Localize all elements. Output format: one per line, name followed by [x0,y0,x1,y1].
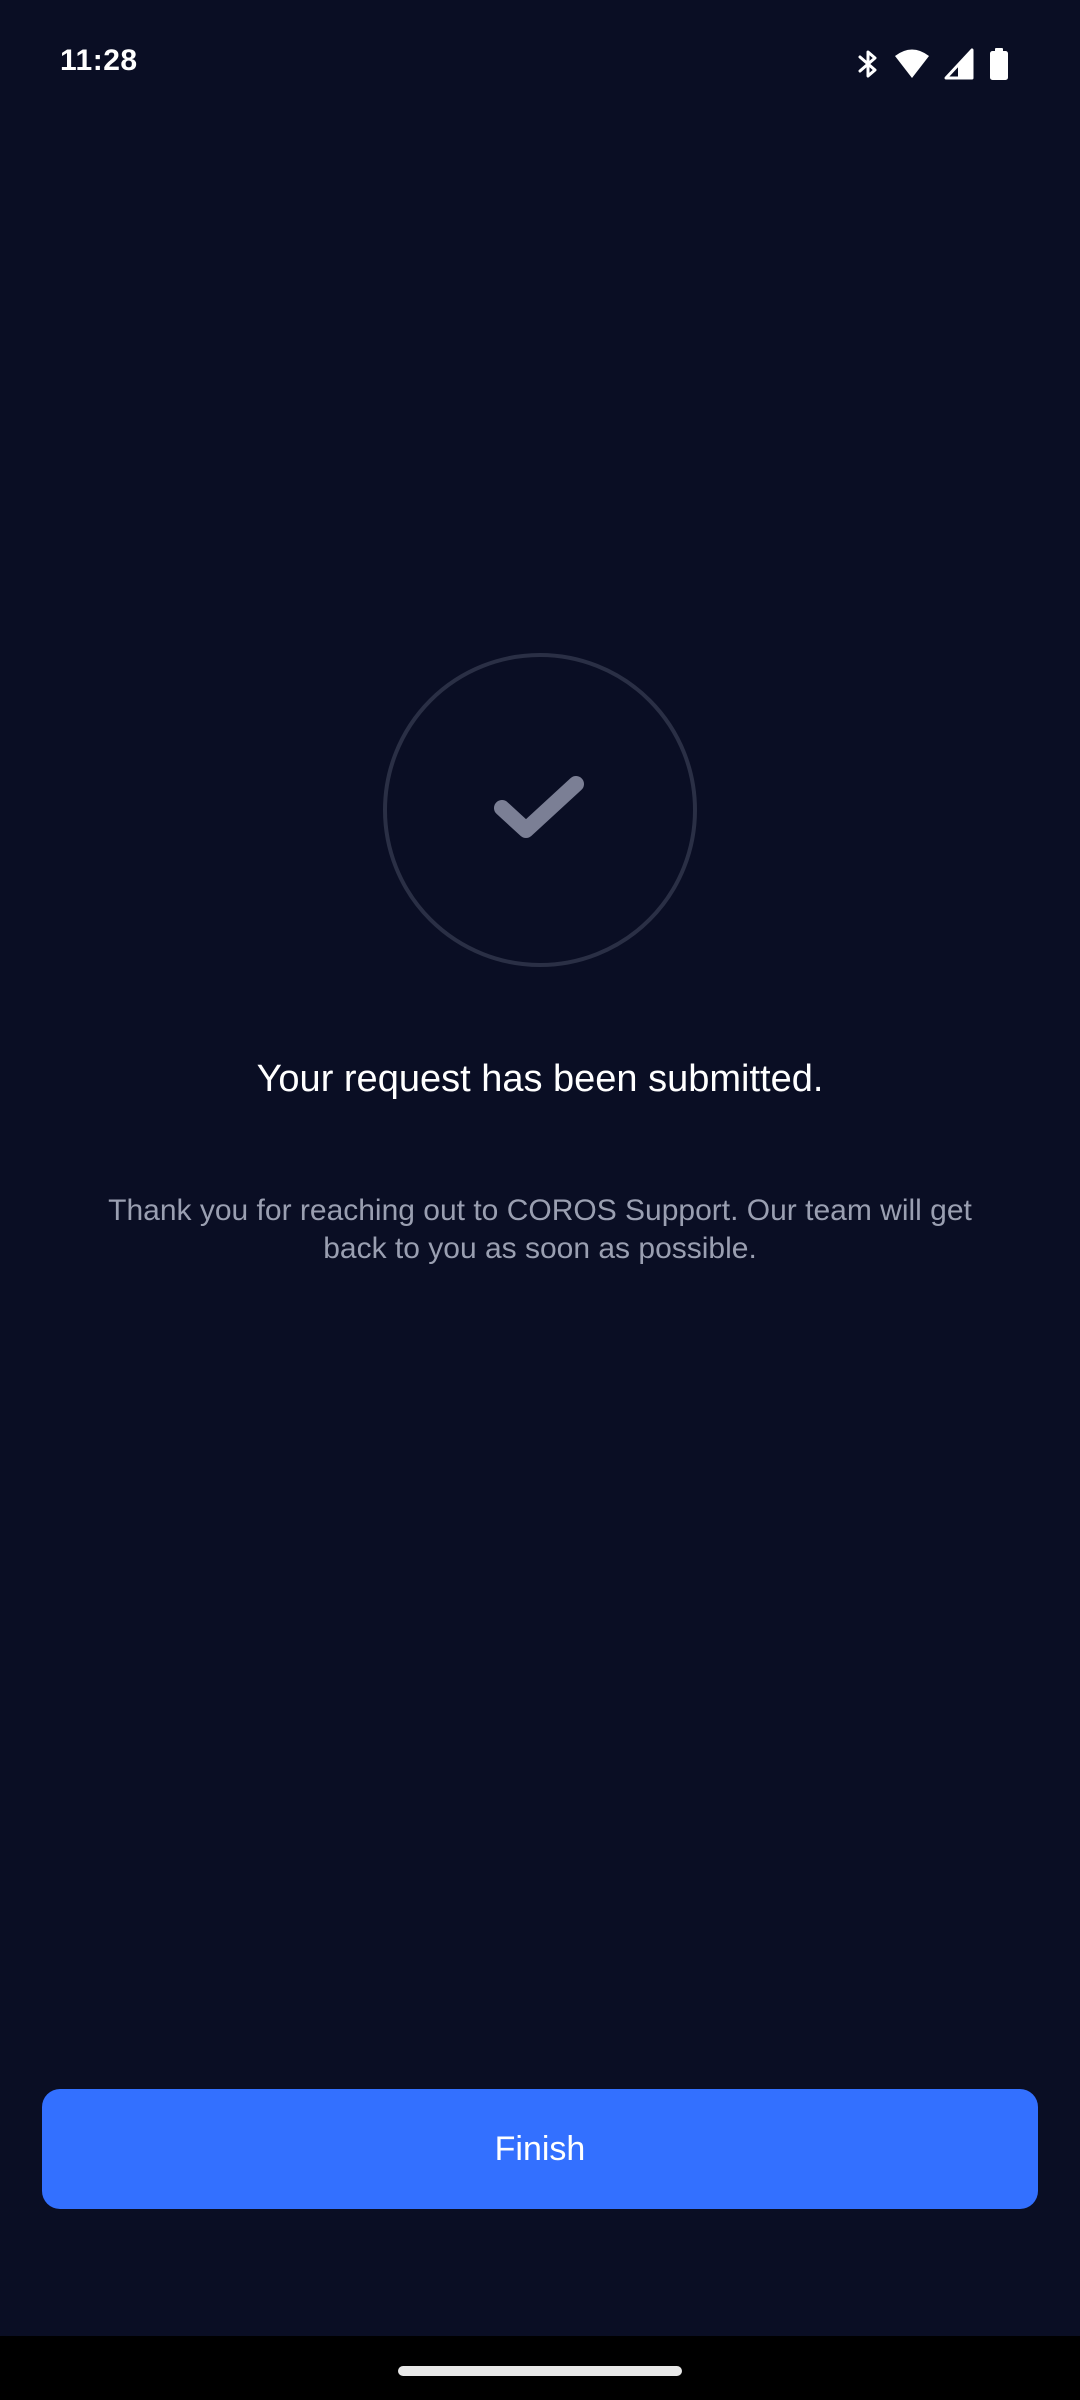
system-navigation-bar [0,2336,1080,2400]
battery-icon [988,46,1010,82]
bluetooth-icon [856,46,880,82]
checkmark-icon [492,772,588,849]
success-circle [383,653,697,967]
confirmation-title: Your request has been submitted. [256,1058,824,1100]
confirmation-message: Thank you for reaching out to COROS Supp… [108,1194,972,1265]
finish-button[interactable]: Finish [42,2089,1038,2209]
status-icons [856,46,1010,82]
status-bar: 11:28 [0,0,1080,128]
home-indicator[interactable] [398,2366,682,2376]
support-submitted-screen: 11:28 Your request has been submitted. T… [0,0,1080,2400]
status-time: 11:28 [60,44,138,77]
signal-icon [944,46,974,82]
wifi-icon [894,46,930,82]
